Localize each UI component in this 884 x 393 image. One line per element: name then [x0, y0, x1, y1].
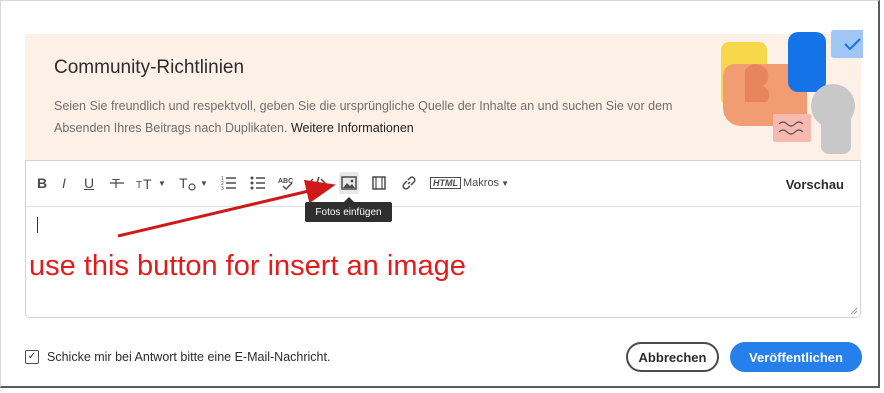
guidelines-text: Seien Sie freundlich und respektvoll, ge…	[54, 95, 694, 139]
chevron-down-icon: ▼	[501, 178, 509, 188]
more-info-link[interactable]: Weitere Informationen	[291, 121, 414, 135]
guidelines-title: Community-Richtlinien	[54, 57, 245, 78]
email-notification-checkbox[interactable]: ✓	[25, 350, 39, 364]
spellcheck-button[interactable]: ABC	[278, 174, 294, 192]
message-editor[interactable]: B I U T TT ▼ T ▼ 123 ABC	[25, 160, 861, 318]
insert-photo-tooltip: Fotos einfügen	[305, 197, 392, 222]
community-guidelines-banner: Community-Richtlinien Seien Sie freundli…	[25, 30, 863, 160]
font-size-icon: TT	[136, 176, 152, 191]
svg-text:3: 3	[221, 186, 224, 191]
ordered-list-button[interactable]: 123	[221, 174, 237, 192]
spellcheck-icon: ABC	[278, 178, 293, 191]
svg-text:T: T	[136, 180, 142, 191]
link-icon	[402, 176, 416, 190]
insert-photo-button[interactable]	[339, 172, 359, 194]
image-icon	[341, 176, 357, 190]
chevron-down-icon: ▼	[158, 178, 166, 188]
svg-text:T: T	[179, 175, 188, 191]
bullet-list-icon	[250, 176, 265, 190]
insert-link-button[interactable]	[401, 174, 417, 192]
html-icon: HTML	[430, 177, 461, 189]
email-notification-label: Schicke mir bei Antwort bitte eine E-Mai…	[47, 350, 331, 364]
bold-button[interactable]: B	[37, 174, 47, 192]
email-notification-option[interactable]: ✓ Schicke mir bei Antwort bitte eine E-M…	[25, 350, 330, 364]
text-cursor	[37, 217, 38, 233]
italic-button[interactable]: I	[62, 174, 66, 192]
annotation-text: use this button for insert an image	[29, 250, 466, 282]
html-macros-dropdown[interactable]: HTML Makros ▼	[430, 174, 509, 192]
strikethrough-icon: T	[110, 176, 124, 191]
text-format-icon: T	[179, 175, 196, 191]
source-code-button[interactable]	[308, 174, 326, 192]
editor-toolbar: B I U T TT ▼ T ▼ 123 ABC	[26, 161, 860, 207]
resize-handle-icon[interactable]	[850, 307, 858, 315]
ordered-list-icon: 123	[221, 176, 236, 191]
community-illustration	[721, 30, 863, 154]
chevron-down-icon: ▼	[200, 178, 208, 188]
video-icon	[372, 176, 386, 190]
macros-label: Makros	[463, 177, 500, 189]
strikethrough-button[interactable]: T	[109, 174, 125, 192]
code-icon	[308, 176, 326, 190]
insert-video-button[interactable]	[372, 174, 386, 192]
font-size-dropdown[interactable]: TT ▼	[136, 174, 166, 192]
svg-text:T: T	[143, 176, 152, 191]
publish-button[interactable]: Veröffentlichen	[730, 342, 862, 372]
cancel-button[interactable]: Abbrechen	[626, 342, 719, 372]
text-format-dropdown[interactable]: T ▼	[178, 174, 208, 192]
bullet-list-button[interactable]	[250, 174, 266, 192]
underline-button[interactable]: U	[84, 174, 94, 192]
preview-tab[interactable]: Vorschau	[786, 177, 844, 192]
